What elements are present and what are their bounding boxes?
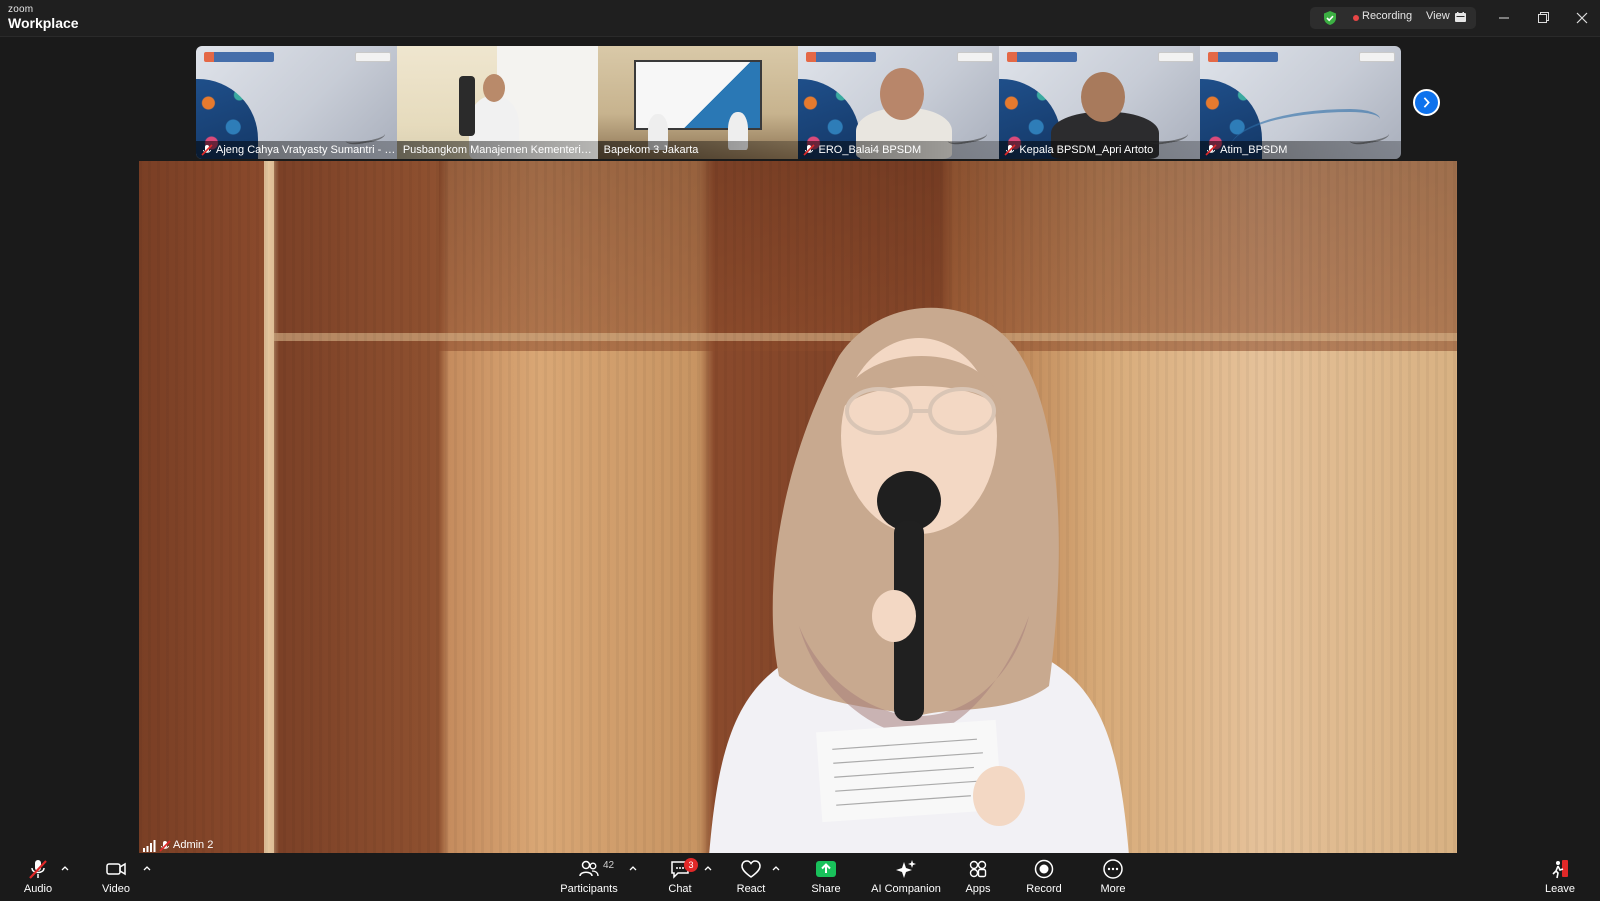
participant-thumbnail-strip: Ajeng Cahya Vratyasty Sumantri - HP Pusb… [196,46,1401,159]
main-participant-name: Admin 2 [173,839,214,851]
participant-tile[interactable]: ERO_Balai4 BPSDM [798,46,1000,159]
more-dots-icon [1103,859,1123,879]
muted-mic-icon [803,144,816,156]
participant-tile[interactable]: Atim_BPSDM [1200,46,1401,159]
title-bar: zoom Workplace Recording View [0,0,1600,37]
video-label: Video [102,883,130,895]
chair [458,76,475,136]
participant-tile[interactable]: Pusbangkom Manajemen Kementerian... [396,46,598,159]
main-speaker-video[interactable] [139,161,1457,853]
minimize-window-icon[interactable] [1491,7,1517,29]
participants-count: 42 [603,860,615,871]
participant-name: Bapekom 3 Jakarta [597,141,799,159]
apps-grid-icon [969,860,987,878]
participant-tile[interactable]: Kepala BPSDM_Apri Artoto [999,46,1201,159]
heart-react-icon [741,860,761,878]
react-options-caret-icon[interactable] [771,864,781,872]
chat-unread-badge: 3 [684,858,698,872]
participant-head [482,74,505,102]
muted-mic-icon [201,144,213,156]
participant-name: Pusbangkom Manajemen Kementerian... [396,141,598,159]
ai-companion-label: AI Companion [871,883,941,895]
participants-options-caret-icon[interactable] [628,864,638,872]
chat-label: Chat [668,883,692,895]
record-icon [1034,859,1054,879]
leave-meeting-button[interactable]: Leave [1520,858,1600,898]
agency-logo [204,52,274,62]
more-button[interactable]: More [1073,858,1153,898]
participant-name: Kepala BPSDM_Apri Artoto [999,141,1201,159]
audio-options-caret-icon[interactable] [60,864,70,872]
record-label: Record [1026,883,1062,895]
participant-tile[interactable]: Ajeng Cahya Vratyasty Sumantri - HP [196,46,397,159]
close-window-icon[interactable] [1569,7,1595,29]
participant-name: Atim_BPSDM [1200,141,1401,159]
share-label: Share [811,883,841,895]
participants-icon [579,860,599,877]
ai-sparkle-icon [896,860,916,878]
muted-mic-icon [159,840,171,852]
record-button[interactable]: Record [1004,858,1084,898]
restore-window-icon[interactable] [1530,7,1556,29]
encryption-shield-icon[interactable] [1322,10,1338,26]
participant-name: ERO_Balai4 BPSDM [798,141,1000,159]
ai-companion-button[interactable]: AI Companion [866,858,946,898]
participants-label: Participants [560,883,618,895]
more-label: More [1100,883,1126,895]
muted-mic-icon [1004,144,1016,156]
meeting-status-bar: Recording View [1310,7,1476,29]
recording-label[interactable]: Recording [1362,10,1412,22]
microphone-muted-icon [29,860,47,879]
share-screen-icon [816,861,836,877]
grid-view-icon[interactable] [1455,12,1466,23]
audio-label: Audio [23,883,53,895]
ministry-logo [957,52,994,62]
participant-head [1081,72,1126,122]
leave-label: Leave [1545,883,1575,895]
ministry-logo [354,52,391,62]
meeting-toolbar: Audio Video Participants 42 Chat 3 React… [0,854,1600,901]
agency-logo [1208,52,1279,62]
ministry-logo [1358,52,1395,62]
participant-tile[interactable]: Bapekom 3 Jakarta [597,46,799,159]
leave-door-icon [1552,860,1568,879]
recording-dot-icon [1353,15,1359,21]
video-camera-icon [106,862,126,876]
next-page-chevron-right-icon[interactable] [1413,89,1440,116]
video-options-caret-icon[interactable] [142,864,152,872]
speaker-person [709,307,1129,853]
participants-button[interactable]: Participants [549,858,629,898]
view-button[interactable]: View [1426,10,1450,22]
share-screen-button[interactable]: Share [786,858,866,898]
ministry-logo [1158,52,1195,62]
brand-small: zoom [8,4,34,15]
brand-large: Workplace [8,15,79,31]
network-signal-icon[interactable] [143,840,156,852]
react-label: React [736,883,766,895]
agency-logo [1007,52,1078,62]
muted-mic-icon [1205,144,1217,156]
agency-logo [806,52,877,62]
participant-name: Ajeng Cahya Vratyasty Sumantri - HP [196,141,397,159]
app-logo: zoom Workplace [8,4,79,31]
